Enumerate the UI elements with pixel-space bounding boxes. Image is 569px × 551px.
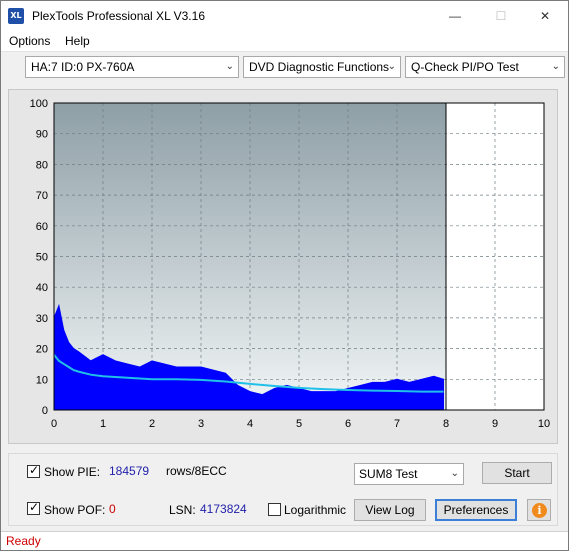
y-tick-label: 10: [36, 374, 48, 386]
status-bar: Ready: [1, 531, 568, 550]
show-pie-checkbox[interactable]: ✓: [27, 463, 40, 478]
rows-unit-label: rows/8ECC: [166, 464, 227, 478]
drive-select-value: HA:7 ID:0 PX-760A: [31, 60, 135, 74]
sum-test-select-value: SUM8 Test: [359, 467, 418, 481]
chevron-down-icon: ⌄: [387, 61, 396, 72]
test-select[interactable]: Q-Check PI/PO Test ⌄: [405, 56, 565, 78]
menu-help[interactable]: Help: [65, 34, 90, 48]
chevron-down-icon: ⌄: [551, 61, 560, 72]
x-tick-label: 0: [51, 418, 57, 430]
x-tick-label: 4: [247, 418, 253, 430]
preferences-button[interactable]: Preferences: [435, 499, 517, 521]
toolbar: HA:7 ID:0 PX-760A ⌄ DVD Diagnostic Funct…: [1, 51, 568, 81]
x-tick-label: 10: [538, 418, 550, 430]
menu-options[interactable]: Options: [9, 34, 50, 48]
lsn-label: LSN:: [169, 503, 196, 517]
y-tick-label: 20: [36, 344, 48, 356]
menu-bar: Options Help: [1, 31, 568, 51]
chevron-down-icon: ⌄: [225, 61, 234, 72]
show-pof-label: Show POF:: [44, 503, 106, 517]
function-select[interactable]: DVD Diagnostic Functions ⌄: [243, 56, 401, 78]
show-pie-label: Show PIE:: [44, 465, 101, 479]
minimize-button[interactable]: —: [432, 1, 478, 31]
y-tick-label: 40: [36, 282, 48, 294]
check-icon: ✓: [29, 500, 40, 514]
drive-select[interactable]: HA:7 ID:0 PX-760A ⌄: [25, 56, 239, 78]
close-button[interactable]: ✕: [522, 1, 568, 31]
y-tick-label: 50: [36, 252, 48, 264]
app-window: XL PlexTools Professional XL V3.16 — ☐ ✕…: [0, 0, 569, 551]
pipo-chart: 0 10 20 30 40 50 60 70 80 90 100 0 1 2 3 4 5 6 7 8 9 10: [30, 98, 550, 430]
y-tick-label: 100: [30, 98, 48, 110]
x-tick-label: 9: [492, 418, 498, 430]
x-tick-label: 1: [100, 418, 106, 430]
x-tick-label: 3: [198, 418, 204, 430]
logarithmic-checkbox[interactable]: [268, 503, 281, 516]
title-bar[interactable]: XL PlexTools Professional XL V3.16 — ☐ ✕: [1, 1, 568, 31]
logarithmic-label: Logarithmic: [284, 503, 347, 517]
x-tick-label: 2: [149, 418, 155, 430]
maximize-button[interactable]: ☐: [478, 1, 524, 31]
controls-panel: ✓ Show PIE: 184579 rows/8ECC SUM8 Test ⌄…: [8, 453, 558, 526]
x-tick-label: 5: [296, 418, 302, 430]
test-select-value: Q-Check PI/PO Test: [411, 60, 519, 74]
y-tick-label: 70: [36, 190, 48, 202]
show-pof-checkbox[interactable]: ✓: [27, 500, 40, 515]
start-button[interactable]: Start: [482, 462, 552, 484]
y-tick-label: 60: [36, 221, 48, 233]
info-icon: i: [532, 503, 547, 518]
check-icon: ✓: [29, 463, 40, 477]
y-tick-label: 0: [42, 405, 48, 417]
y-tick-label: 90: [36, 129, 48, 141]
chevron-down-icon: ⌄: [450, 468, 459, 479]
function-select-value: DVD Diagnostic Functions: [249, 60, 390, 74]
x-tick-label: 6: [345, 418, 351, 430]
x-tick-label: 7: [394, 418, 400, 430]
window-title: PlexTools Professional XL V3.16: [32, 9, 205, 23]
y-tick-label: 80: [36, 159, 48, 171]
pipo-chart-panel: 0 10 20 30 40 50 60 70 80 90 100 0 1 2 3 4 5 6 7 8 9 10: [8, 89, 558, 444]
status-text: Ready: [6, 534, 41, 548]
plextools-logo-icon: XL: [8, 8, 24, 24]
pof-count-value: 0: [109, 502, 116, 516]
pie-count-value: 184579: [109, 464, 150, 478]
lsn-value: 4173824: [200, 502, 247, 516]
sum-test-select[interactable]: SUM8 Test ⌄: [354, 463, 464, 485]
y-tick-label: 30: [36, 313, 48, 325]
view-log-button[interactable]: View Log: [354, 499, 426, 521]
x-tick-label: 8: [443, 418, 449, 430]
info-button[interactable]: i: [527, 499, 551, 521]
